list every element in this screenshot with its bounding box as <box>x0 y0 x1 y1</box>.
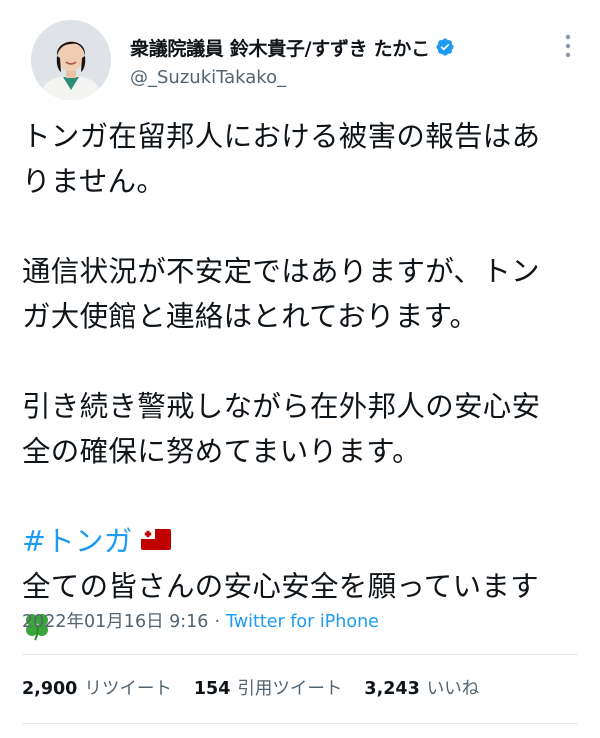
meta-separator: · <box>214 612 221 632</box>
tweet-line: 通信状況が不安定ではありますが、トン <box>22 255 540 288</box>
likes-stat[interactable]: 3,243 いいね <box>364 675 479 700</box>
tweet-line: トンガ在留邦人における被害の報告はあ <box>22 120 541 153</box>
display-name-row[interactable]: 衆議院議員 鈴木貴子/すずき たかこ <box>130 33 455 61</box>
timestamp[interactable]: 2022年01月16日 9:16 <box>22 612 208 632</box>
tweet-meta: 2022年01月16日 9:16 · Twitter for iPhone <box>22 608 379 633</box>
hashtag-link[interactable]: #トンガ <box>22 525 133 558</box>
tweet-line: りません。 <box>22 165 166 198</box>
divider <box>22 723 578 724</box>
avatar[interactable] <box>31 20 111 100</box>
likes-count: 3,243 <box>364 679 420 699</box>
hashtag-line: #トンガ <box>22 519 592 564</box>
user-handle[interactable]: @_SuzukiTakako_ <box>130 67 286 88</box>
retweets-stat[interactable]: 2,900 リツイート <box>22 675 172 700</box>
retweets-label: リツイート <box>84 679 172 699</box>
tweet-line: ガ大使館と連絡はとれております。 <box>22 300 479 333</box>
engagement-stats: 2,900 リツイート 154 引用ツイート 3,243 いいね <box>22 675 501 700</box>
tweet-line: 引き続き警戒しながら在外邦人の安心安 <box>22 390 541 423</box>
retweets-count: 2,900 <box>22 679 78 699</box>
divider <box>22 654 578 655</box>
tweet-text: トンガ在留邦人における被害の報告はあ りません。 通信状況が不安定ではありますが… <box>22 114 592 654</box>
quotes-stat[interactable]: 154 引用ツイート <box>194 675 343 700</box>
tweet-line: 全ての皆さんの安心安全を願っています <box>22 570 539 603</box>
quotes-count: 154 <box>193 679 231 699</box>
quotes-label: 引用ツイート <box>237 679 343 699</box>
profile-photo <box>31 20 111 100</box>
more-vertical-icon[interactable] <box>560 33 576 59</box>
source-link[interactable]: Twitter for iPhone <box>226 612 379 632</box>
tonga-flag-emoji <box>140 518 171 563</box>
display-name[interactable]: 衆議院議員 鈴木貴子/すずき たかこ <box>130 34 430 61</box>
tweet-line: 全の確保に努めてまいります。 <box>22 435 421 468</box>
likes-label: いいね <box>426 679 480 699</box>
verified-badge-icon <box>435 37 455 57</box>
